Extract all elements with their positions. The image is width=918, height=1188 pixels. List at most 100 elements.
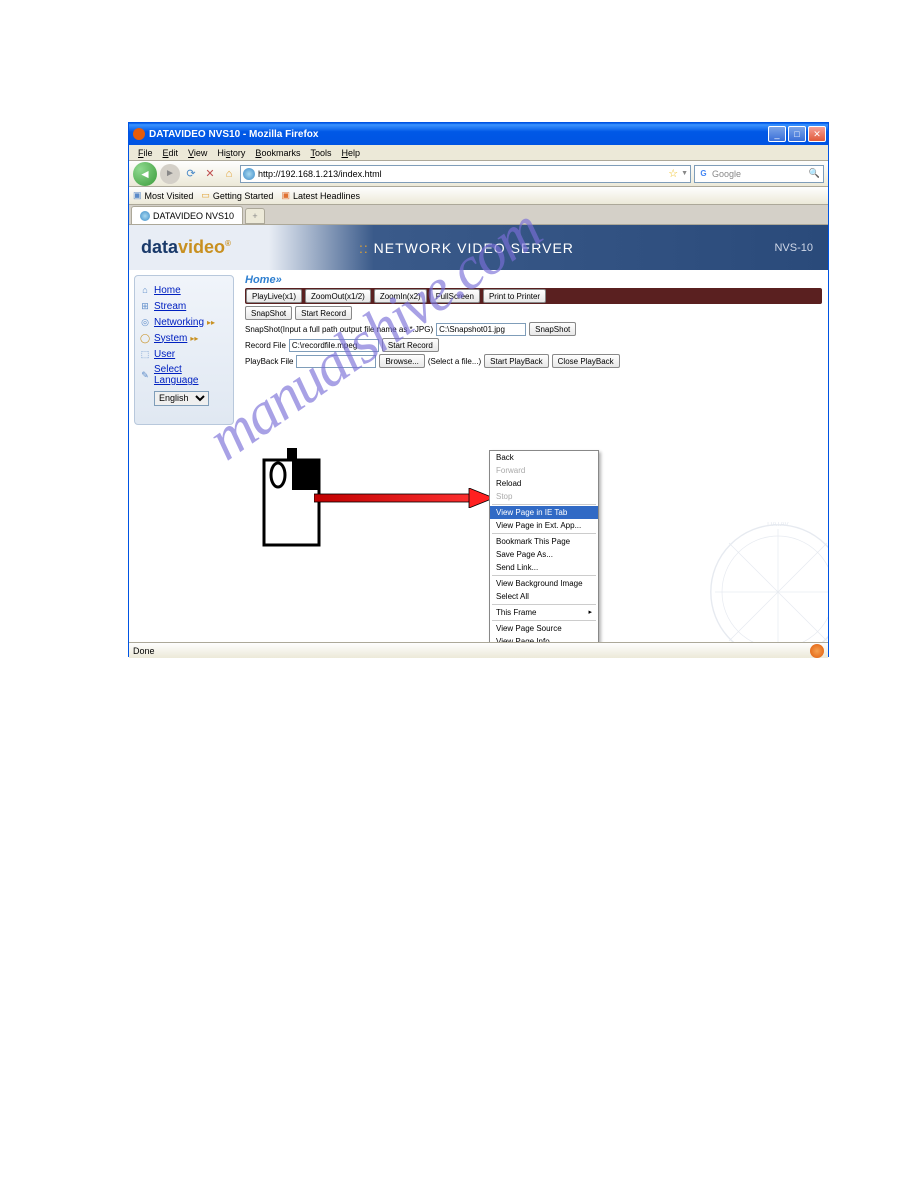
record-label: Record File <box>245 341 286 350</box>
playback-row: PlayBack File Browse... (Select a file..… <box>245 354 822 368</box>
ctx-selectall[interactable]: Select All <box>490 590 598 603</box>
tab-active[interactable]: DATAVIDEO NVS10 <box>131 206 243 224</box>
ctx-forward: Forward <box>490 464 598 477</box>
ctx-separator <box>492 533 596 534</box>
ctx-bgimage[interactable]: View Background Image <box>490 577 598 590</box>
menu-help[interactable]: Help <box>336 148 365 158</box>
page-icon: ▭ <box>201 190 210 201</box>
compass-watermark: DATAV <box>708 522 828 642</box>
page-content: datavideo® :: NETWORK VIDEO SERVER NVS-1… <box>129 225 828 642</box>
nav-stream[interactable]: Stream <box>154 301 186 312</box>
menu-edit[interactable]: Edit <box>158 148 184 158</box>
tab-title: DATAVIDEO NVS10 <box>153 211 234 221</box>
ctx-frame[interactable]: This Frame <box>490 606 598 619</box>
status-text: Done <box>133 646 810 656</box>
page-header: datavideo® :: NETWORK VIDEO SERVER NVS-1… <box>129 225 828 270</box>
zoomin-button[interactable]: ZoomIn(x2) <box>374 289 427 303</box>
firefox-icon <box>133 128 145 140</box>
startrecord-button[interactable]: Start Record <box>295 306 352 320</box>
close-playback-button[interactable]: Close PlayBack <box>552 354 620 368</box>
record-row: Record File Start Record <box>245 338 822 352</box>
playback-input[interactable] <box>296 355 376 368</box>
system-icon: ◯ <box>139 332 151 344</box>
print-button[interactable]: Print to Printer <box>483 289 546 303</box>
bookmark-most-visited[interactable]: ▣ Most Visited <box>133 190 193 201</box>
dropdown-icon[interactable]: ▼ <box>681 170 688 177</box>
toolbar-row-1: PlayLive(x1) ZoomOut(x1/2) ZoomIn(x2) Fu… <box>245 288 822 304</box>
bookmarks-toolbar: ▣ Most Visited ▭ Getting Started ▣ Lates… <box>129 187 828 205</box>
tab-bar: DATAVIDEO NVS10 + <box>129 205 828 225</box>
nav-user[interactable]: User <box>154 349 175 360</box>
svg-text:DATAV: DATAV <box>767 522 789 528</box>
menu-view[interactable]: View <box>183 148 212 158</box>
stream-icon: ⊞ <box>139 300 151 312</box>
close-button[interactable]: ✕ <box>808 126 826 142</box>
browser-window: DATAVIDEO NVS10 - Mozilla Firefox _ □ ✕ … <box>128 122 829 657</box>
home-icon: ⌂ <box>139 284 151 296</box>
fullscreen-button[interactable]: FullScreen <box>430 289 480 303</box>
maximize-button[interactable]: □ <box>788 126 806 142</box>
banner-title: :: NETWORK VIDEO SERVER <box>359 240 574 256</box>
browse-button[interactable]: Browse... <box>379 354 424 368</box>
menu-bookmarks[interactable]: Bookmarks <box>250 148 305 158</box>
snapshot-row: SnapShot(Input a full path output file n… <box>245 322 822 336</box>
arrow-annotation <box>314 488 494 508</box>
window-title: DATAVIDEO NVS10 - Mozilla Firefox <box>149 129 768 140</box>
language-select[interactable]: English <box>154 391 209 406</box>
record-input[interactable] <box>289 339 379 352</box>
search-icon[interactable]: 🔍 <box>809 168 820 179</box>
home-button[interactable]: ⌂ <box>221 166 237 182</box>
snapshot-go-button[interactable]: SnapShot <box>529 322 576 336</box>
ctx-sendlink[interactable]: Send Link... <box>490 561 598 574</box>
menu-tools[interactable]: Tools <box>305 148 336 158</box>
back-button[interactable]: ◄ <box>133 162 157 186</box>
ctx-bookmark[interactable]: Bookmark This Page <box>490 535 598 548</box>
stop-button[interactable]: ✕ <box>202 166 218 182</box>
new-tab-button[interactable]: + <box>245 208 265 224</box>
nav-system[interactable]: System <box>154 333 187 344</box>
menu-history[interactable]: History <box>212 148 250 158</box>
menu-file[interactable]: File <box>133 148 158 158</box>
site-icon <box>243 168 255 180</box>
ctx-separator <box>492 604 596 605</box>
reload-button[interactable]: ⟳ <box>183 166 199 182</box>
nav-sidebar: ⌂Home ⊞Stream ◎Networking▸▸ ◯System▸▸ ⬚U… <box>134 275 234 425</box>
language-icon: ✎ <box>139 369 151 381</box>
ctx-ietab[interactable]: View Page in IE Tab <box>490 506 598 519</box>
google-icon: G <box>698 168 709 179</box>
search-box[interactable]: G Google 🔍 <box>694 165 824 183</box>
toolbar-row-2: SnapShot Start Record <box>245 306 822 320</box>
ctx-saveas[interactable]: Save Page As... <box>490 548 598 561</box>
ctx-separator <box>492 504 596 505</box>
snapshot-input[interactable] <box>436 323 526 336</box>
user-icon: ⬚ <box>139 348 151 360</box>
ctx-reload[interactable]: Reload <box>490 477 598 490</box>
record-go-button[interactable]: Start Record <box>382 338 439 352</box>
ctx-stop: Stop <box>490 490 598 503</box>
playback-label: PlayBack File <box>245 357 293 366</box>
playback-hint: (Select a file...) <box>428 357 481 366</box>
nav-language[interactable]: Select Language <box>154 364 229 386</box>
ctx-separator <box>492 620 596 621</box>
ctx-info[interactable]: View Page Info <box>490 635 598 642</box>
start-playback-button[interactable]: Start PlayBack <box>484 354 548 368</box>
ctx-source[interactable]: View Page Source <box>490 622 598 635</box>
bookmark-latest-headlines[interactable]: ▣ Latest Headlines <box>281 190 360 201</box>
minimize-button[interactable]: _ <box>768 126 786 142</box>
snapshot-label: SnapShot(Input a full path output file n… <box>245 325 433 334</box>
ctx-back[interactable]: Back <box>490 451 598 464</box>
snapshot-button[interactable]: SnapShot <box>245 306 292 320</box>
playlive-button[interactable]: PlayLive(x1) <box>246 289 302 303</box>
title-bar: DATAVIDEO NVS10 - Mozilla Firefox _ □ ✕ <box>129 123 828 145</box>
menu-bar: File Edit View History Bookmarks Tools H… <box>129 145 828 161</box>
forward-button[interactable]: ► <box>160 164 180 184</box>
ctx-extapp[interactable]: View Page in Ext. App... <box>490 519 598 532</box>
nav-networking[interactable]: Networking <box>154 317 204 328</box>
bookmark-getting-started[interactable]: ▭ Getting Started <box>201 190 273 201</box>
address-bar[interactable]: http://192.168.1.213/index.html ☆ ▼ <box>240 165 691 183</box>
zoomout-button[interactable]: ZoomOut(x1/2) <box>305 289 371 303</box>
datavideo-logo: datavideo® <box>141 237 231 258</box>
status-bar: Done <box>129 642 828 658</box>
bookmark-star-icon[interactable]: ☆ <box>668 167 678 180</box>
nav-home[interactable]: Home <box>154 285 181 296</box>
